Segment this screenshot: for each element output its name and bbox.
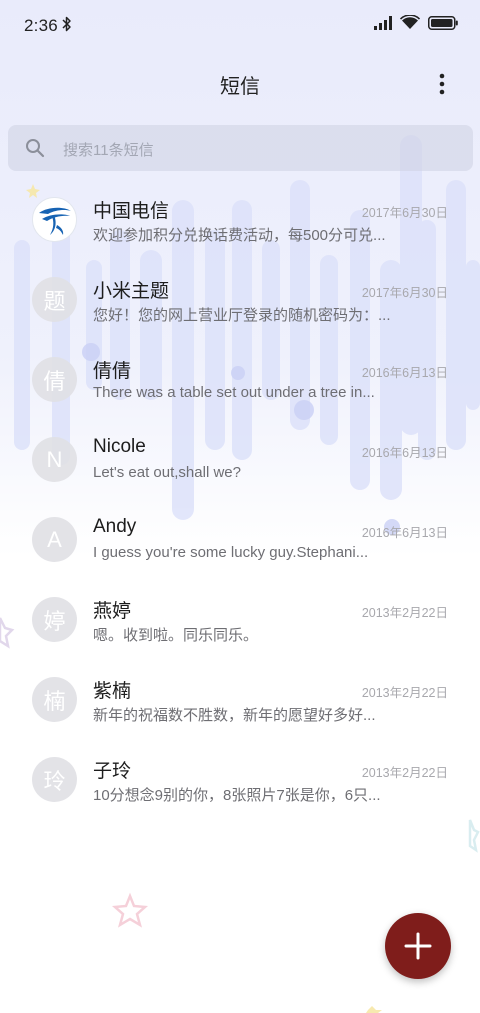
status-icons — [374, 14, 458, 35]
page-title: 短信 — [220, 76, 260, 98]
status-time: 2:36 — [24, 16, 58, 35]
avatar: 倩 — [32, 357, 77, 402]
contact-name: 燕婷 — [93, 601, 132, 622]
conversation-item[interactable]: N Nicole 2016年6月13日 Let's eat out,shall … — [0, 420, 480, 500]
conversation-item[interactable]: 楠 紫楠 2013年2月22日 新年的祝福数不胜数，新年的愿望好多好... — [0, 660, 480, 740]
conversation-item[interactable]: 题 小米主题 2017年6月30日 您好！您的网上营业厅登录的随机密码为：... — [0, 260, 480, 340]
message-date: 2013年2月22日 — [361, 686, 448, 700]
app-header: 短信 — [0, 56, 480, 112]
message-preview: 您好！您的网上营业厅登录的随机密码为：... — [93, 307, 391, 324]
contact-name: Andy — [93, 516, 137, 537]
contact-name: 紫楠 — [93, 681, 132, 702]
message-date: 2013年2月22日 — [361, 606, 448, 620]
message-date: 2016年6月13日 — [361, 366, 448, 380]
search-input[interactable]: 搜索11条短信 — [8, 125, 473, 171]
search-placeholder: 搜索11条短信 — [63, 142, 154, 159]
contact-name: Nicole — [93, 436, 146, 457]
message-date: 2013年2月22日 — [361, 766, 448, 780]
contact-name: 倩倩 — [93, 361, 132, 382]
avatar: N — [32, 437, 77, 482]
message-date: 2017年6月30日 — [361, 286, 448, 300]
avatar: 楠 — [32, 677, 77, 722]
avatar: 题 — [32, 277, 77, 322]
message-preview: 嗯。收到啦。同乐同乐。 — [93, 627, 259, 644]
message-preview: I guess you're some lucky guy.Stephani..… — [93, 544, 369, 561]
conversation-item[interactable]: A Andy 2016年6月13日 I guess you're some lu… — [0, 500, 480, 580]
message-preview: 10分想念9别的你，8张照片7张是你，6只... — [93, 787, 381, 804]
wifi-icon — [399, 14, 421, 35]
message-date: 2016年6月13日 — [361, 526, 448, 540]
status-bar: 2:36 — [0, 0, 480, 52]
message-preview: 欢迎参加积分兑换话费活动，每500分可兑... — [93, 227, 386, 244]
more-options-button[interactable] — [428, 68, 456, 100]
conversation-item[interactable]: 玲 子玲 2013年2月22日 10分想念9别的你，8张照片7张是你，6只... — [0, 740, 480, 820]
bluetooth-icon — [62, 15, 72, 38]
avatar: A — [32, 517, 77, 562]
battery-icon — [428, 15, 458, 35]
search-icon — [25, 138, 45, 163]
signal-icon — [374, 15, 392, 35]
more-vert-icon — [439, 73, 445, 95]
conversation-item[interactable]: 倩 倩倩 2016年6月13日 There was a table set ou… — [0, 340, 480, 420]
conversation-item[interactable]: 中国电信 2017年6月30日 欢迎参加积分兑换话费活动，每500分可兑... — [0, 180, 480, 260]
contact-name: 中国电信 — [93, 201, 170, 222]
plus-icon — [404, 932, 432, 960]
conversation-item[interactable]: 婷 燕婷 2013年2月22日 嗯。收到啦。同乐同乐。 — [0, 580, 480, 660]
message-date: 2017年6月30日 — [361, 206, 448, 220]
contact-name: 小米主题 — [93, 281, 170, 302]
message-preview: 新年的祝福数不胜数，新年的愿望好多好... — [93, 707, 376, 724]
conversation-list: 中国电信 2017年6月30日 欢迎参加积分兑换话费活动，每500分可兑... … — [0, 180, 480, 820]
message-date: 2016年6月13日 — [361, 446, 448, 460]
china-telecom-logo — [32, 197, 77, 242]
message-preview: Let's eat out,shall we? — [93, 464, 241, 481]
new-message-button[interactable] — [385, 913, 451, 979]
avatar: 婷 — [32, 597, 77, 642]
message-preview: There was a table set out under a tree i… — [93, 384, 375, 401]
contact-name: 子玲 — [93, 761, 132, 782]
avatar: 玲 — [32, 757, 77, 802]
